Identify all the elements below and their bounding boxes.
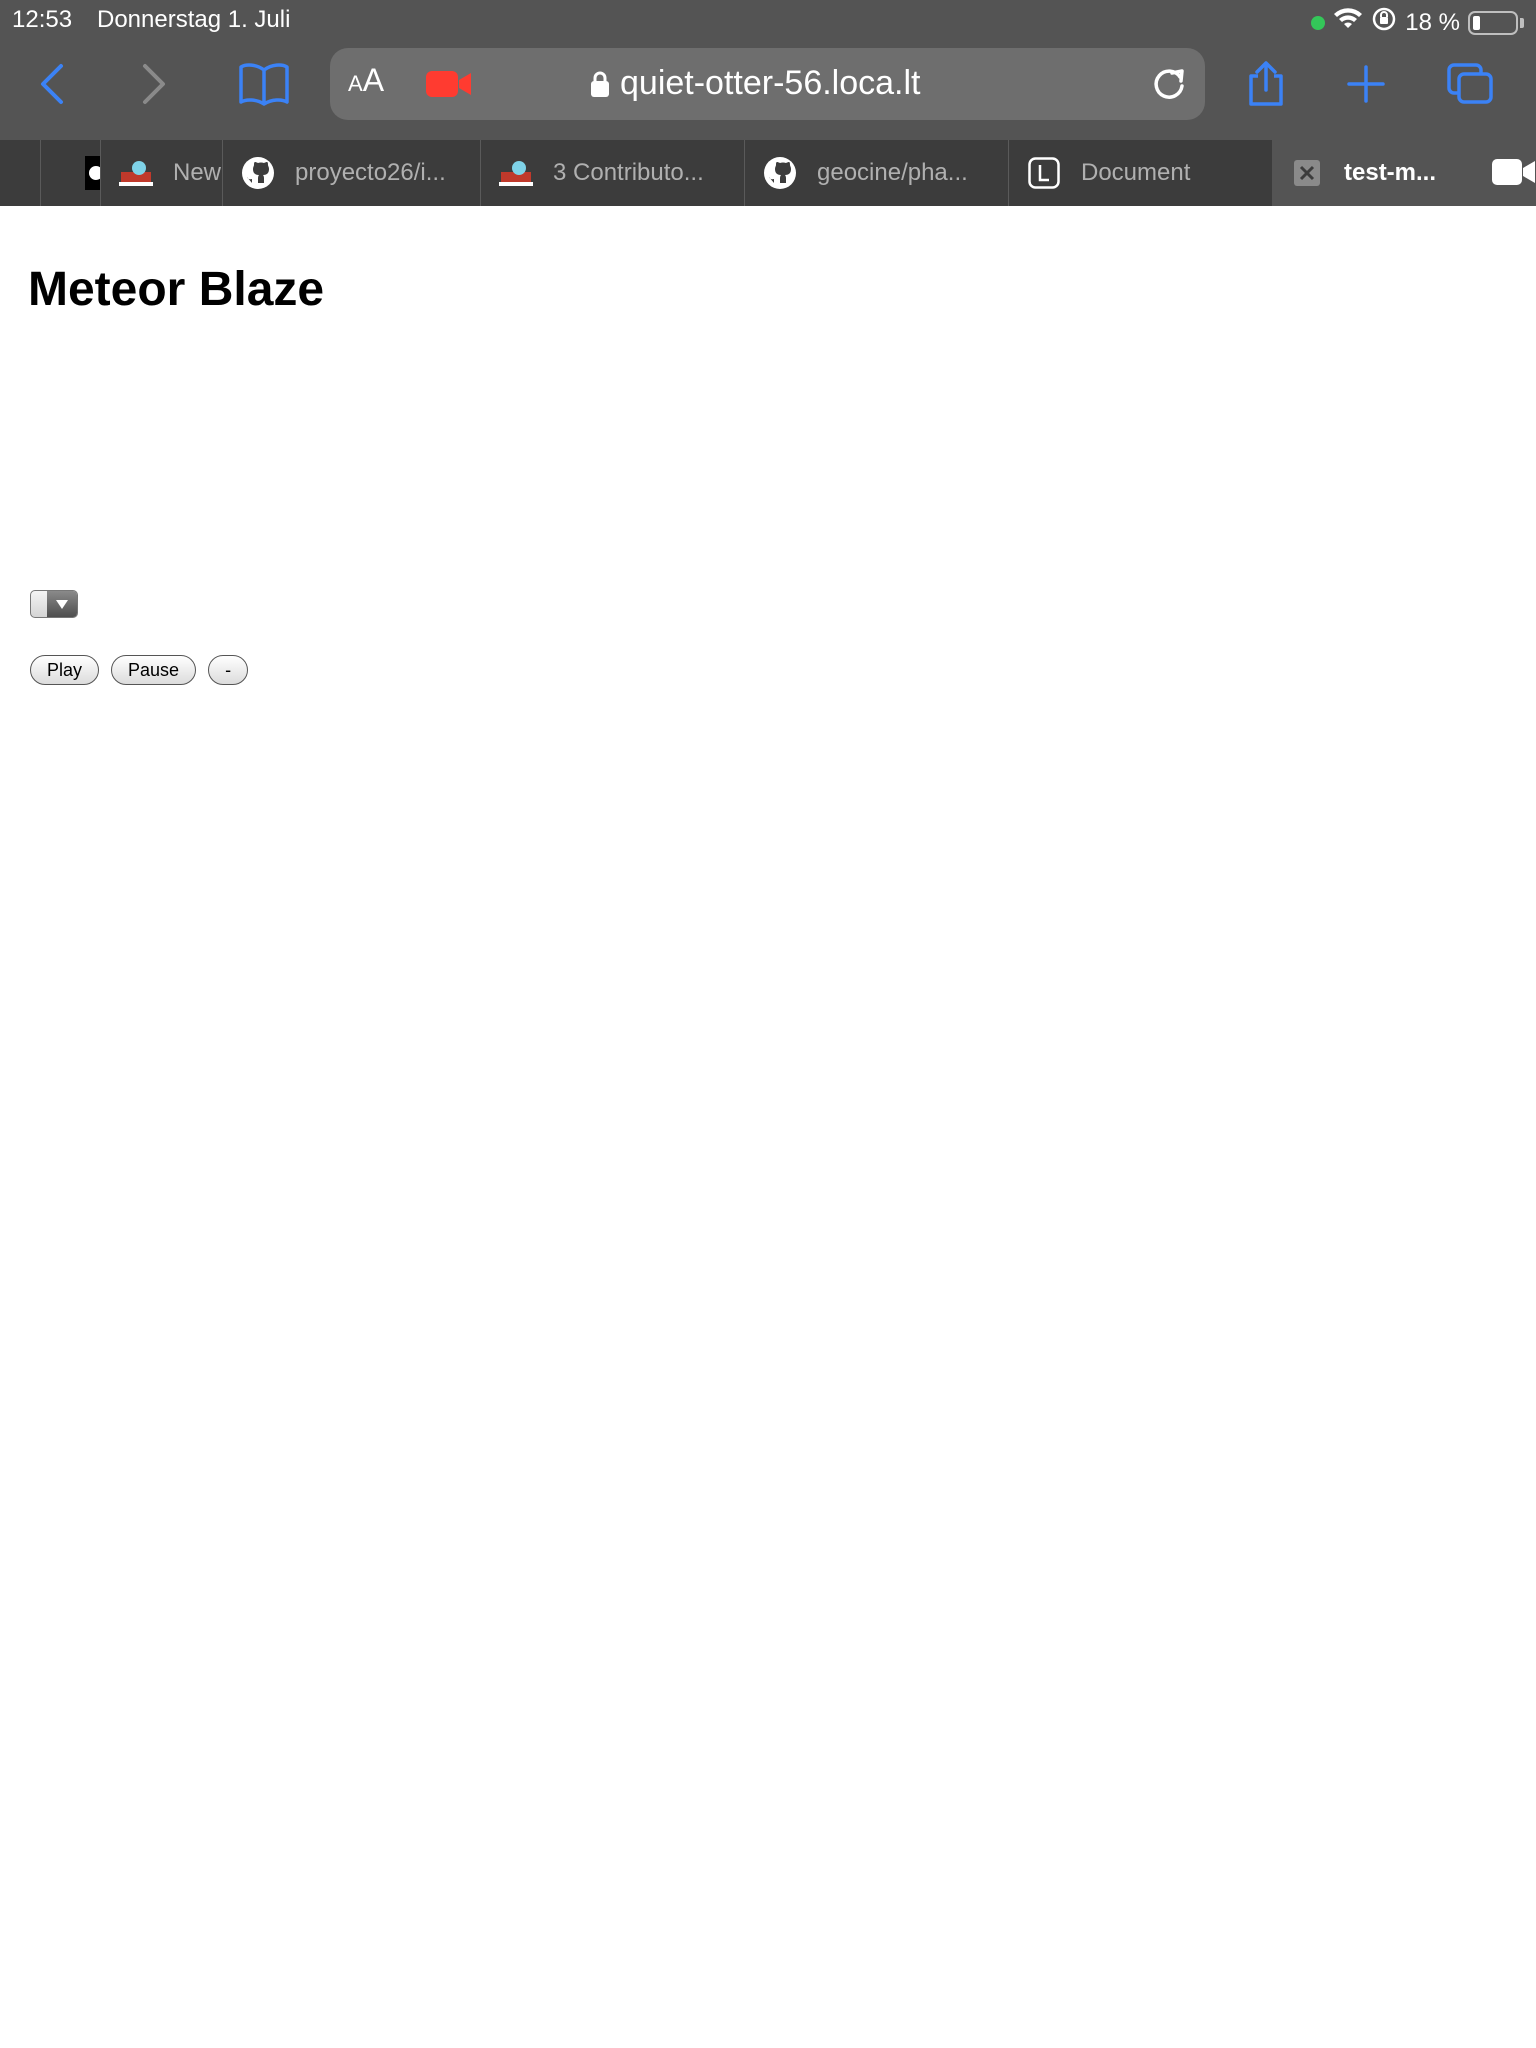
page-title: Meteor Blaze: [28, 263, 325, 316]
video-tab-icon: [1492, 156, 1536, 195]
mascot-favicon-icon: [499, 156, 533, 190]
battery-icon: [1468, 10, 1518, 35]
wifi-icon: [1333, 7, 1363, 38]
bookmarks-button[interactable]: [234, 54, 294, 114]
reader-settings-button[interactable]: AA: [348, 62, 384, 99]
plus-icon: [1347, 65, 1385, 103]
select-arrow: [47, 591, 77, 617]
tab-2[interactable]: proyecto26/i...: [222, 140, 480, 206]
status-time: 12:53: [12, 6, 73, 33]
new-tab-button[interactable]: [1336, 54, 1396, 114]
minus-button[interactable]: -: [208, 655, 249, 685]
status-indicators: 18 %: [1311, 6, 1524, 39]
camera-in-use-icon: [1311, 15, 1326, 30]
aa-small-letter: A: [348, 71, 363, 96]
battery-level: [1473, 15, 1480, 30]
tab-6-active[interactable]: test-m...: [1272, 140, 1536, 206]
source-select[interactable]: [30, 590, 78, 618]
pause-button[interactable]: Pause: [111, 655, 197, 685]
address-bar[interactable]: AA quiet-otter-56.loca.lt: [330, 48, 1205, 120]
play-button[interactable]: Play: [30, 655, 100, 685]
video-record-icon[interactable]: [425, 68, 473, 100]
tabs-overview-button[interactable]: [1440, 54, 1500, 114]
tab-bar: New proyecto26/i... 3 Contributo... geoc…: [0, 140, 1536, 206]
share-icon: [1249, 61, 1283, 106]
lock-icon: [591, 71, 609, 97]
tab-1[interactable]: New: [100, 140, 222, 206]
status-bar: 12:53 Donnerstag 1. Juli 18 %: [0, 0, 1536, 40]
playback-controls: Play Pause -: [30, 655, 249, 685]
url-display[interactable]: quiet-otter-56.loca.lt: [590, 64, 921, 103]
book-icon: [239, 63, 289, 106]
tab-label: New: [173, 159, 222, 186]
share-button[interactable]: [1236, 54, 1296, 114]
forward-button[interactable]: [124, 54, 184, 114]
battery-percent: 18 %: [1405, 8, 1460, 36]
app-favicon-icon: [79, 156, 100, 190]
tab-3[interactable]: 3 Contributo...: [480, 140, 744, 206]
tab-5[interactable]: Document: [1008, 140, 1272, 206]
tab-label: 3 Contributo...: [553, 159, 704, 186]
tab-label: proyecto26/i...: [295, 159, 446, 186]
mascot-favicon-icon: [119, 156, 153, 190]
chevron-left-icon: [41, 64, 63, 104]
close-tab-icon[interactable]: [1290, 156, 1324, 190]
browser-chrome: 12:53 Donnerstag 1. Juli 18 % AA quiet-o…: [0, 0, 1536, 206]
status-date: Donnerstag 1. Juli: [97, 6, 291, 33]
github-icon: [241, 156, 275, 190]
tab-label: geocine/pha...: [817, 159, 968, 186]
back-button[interactable]: [22, 54, 82, 114]
reload-icon[interactable]: [1147, 62, 1191, 106]
orientation-lock-icon: [1371, 6, 1397, 39]
aa-big-letter: A: [362, 62, 385, 98]
triangle-down-icon: [56, 600, 68, 609]
tab-label: test-m...: [1344, 159, 1437, 186]
tabs-icon: [1447, 63, 1493, 104]
tab-0[interactable]: [40, 140, 100, 206]
github-icon: [763, 156, 797, 190]
tab-label: Document: [1081, 159, 1191, 186]
browser-toolbar: AA quiet-otter-56.loca.lt: [0, 44, 1536, 124]
letter-l-favicon-icon: [1027, 156, 1061, 190]
tab-4[interactable]: geocine/pha...: [744, 140, 1008, 206]
battery-cap: [1520, 17, 1524, 28]
chevron-right-icon: [143, 64, 165, 104]
url-text: quiet-otter-56.loca.lt: [620, 64, 921, 102]
